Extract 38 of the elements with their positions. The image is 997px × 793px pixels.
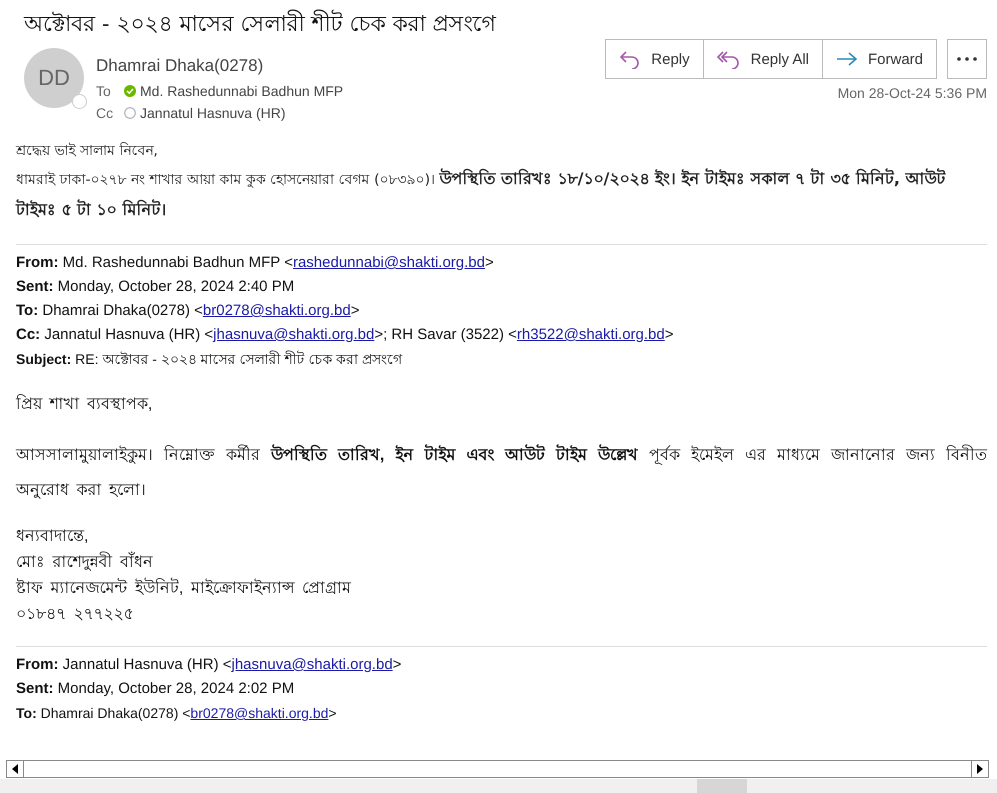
header-line: To: Dhamrai Dhaka(0278) <br0278@shakti.org.bd> [16, 704, 338, 723]
header-line: Cc: Jannatul Hasnuva (HR) <jhasnuva@shakti.org.bd>; RH Savar (3522) <rh3522@shakti.org.bd> [16, 325, 674, 345]
email-link[interactable]: jhasnuva@shakti.org.bd [213, 326, 374, 343]
signature-line: ০১৮৪৭ ২৭৭২২৫ [16, 605, 134, 625]
email-link[interactable]: rh3522@shakti.org.bd [516, 326, 665, 343]
message-text: আসসালামুয়ালাইকুম। নিম্নোক্ত কর্মীর উপস্থিতি তারিখ, ইন টাইম এবং আউট টাইম উল্লেখ পূর্বক ইমেইল এর মাধ্যমে জানানোর জন্য বিনীত অনুরোধ করা হলো। [16, 438, 987, 508]
presence-offline-icon [124, 107, 136, 119]
sender-name[interactable]: Dhamrai Dhaka(0278) [96, 56, 344, 76]
email-link[interactable]: jhasnuva@shakti.org.bd [232, 656, 393, 673]
signature-line: ধন্যবাদান্তে, [16, 527, 90, 547]
email-link[interactable]: rashedunnabi@shakti.org.bd [292, 254, 485, 271]
reply-all-icon [716, 49, 741, 69]
header-line: From: Md. Rashedunnabi Badhun MFP <rashedunnabi@shakti.org.bd> [16, 253, 495, 273]
more-options-icon[interactable] [947, 39, 987, 79]
message-text: প্রিয় শাখা ব্যবস্থাপক, [16, 393, 154, 415]
received-date: Mon 28-Oct-24 5:36 PM [838, 85, 987, 101]
header-line: Sent: Monday, October 28, 2024 2:40 PM [16, 277, 296, 297]
header-line: Sent: Monday, October 28, 2024 2:02 PM [16, 679, 296, 699]
header-line: To: Dhamrai Dhaka(0278) <br0278@shakti.org.bd> [16, 301, 360, 321]
signature-line: ষ্টাফ ম্যানেজমেন্ট ইউনিট, মাইক্রোফাইন্যান্স প্রোগ্রাম [16, 576, 987, 602]
email-link[interactable]: br0278@shakti.org.bd [202, 302, 351, 319]
presence-available-icon [124, 85, 136, 97]
header-line: Subject: RE: অক্টোবর - ২০২৪ মাসের সেলারী শীট চেক করা প্রসংগে [16, 350, 404, 369]
forward-arrow-icon [836, 51, 858, 67]
message-text: শ্রদ্ধেয় ভাই সালাম নিবেন, [16, 141, 159, 161]
reply-icon [619, 49, 642, 69]
view-toggle[interactable] [697, 779, 747, 793]
email-subject: অক্টোবর - ২০২৪ মাসের সেলারী শীট চেক করা প্রসংগে [24, 6, 987, 40]
email-link[interactable]: br0278@shakti.org.bd [190, 705, 328, 721]
signature-line: মোঃ রাশেদুন্নবী বাঁধন [16, 550, 987, 576]
message-text: ধামরাই ঢাকা-০২৭৮ নং শাখার আয়া কাম কুক হোসনেয়ারা বেগম (০৮৩৯০)। উপস্থিতি তারিখঃ ১৮/১০/২০২৪ ইং। ইন টাইমঃ সকাল ৭ টা ৩৫ মিনিট, আউট টাইমঃ ৫ টা ১০ মিনিট। [16, 167, 947, 221]
header-line: From: Jannatul Hasnuva (HR) <jhasnuva@shakti.org.bd> [16, 655, 402, 675]
avatar: DD [24, 48, 84, 108]
recipient-label: To [96, 83, 112, 99]
status-ring-icon [72, 94, 87, 109]
recipient-label: Cc [96, 105, 114, 121]
recipient-name[interactable]: Jannatul Hasnuva (HR) [140, 105, 286, 121]
recipient-name[interactable]: Md. Rashedunnabi Badhun MFP [140, 83, 344, 99]
